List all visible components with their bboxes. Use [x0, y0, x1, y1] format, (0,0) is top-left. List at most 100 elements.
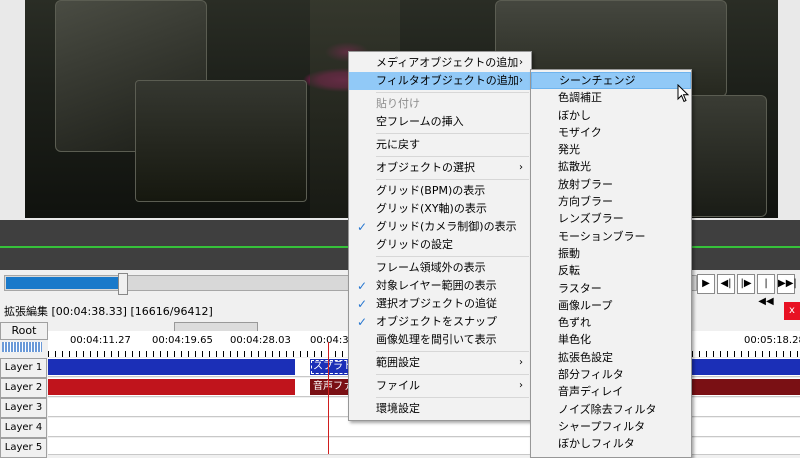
filter-menu-item[interactable]: 方向ブラー [531, 193, 691, 210]
menu-item-label: 元に戻す [376, 138, 420, 151]
menu-item-label: 環境設定 [376, 402, 420, 415]
menu-item[interactable]: オブジェクトの選択 › [349, 159, 531, 177]
layer-label-1[interactable]: Layer 1 [0, 358, 47, 378]
menu-item[interactable]: ファイル › [349, 377, 531, 395]
menu-item-label: 貼り付け [376, 97, 420, 110]
filter-menu-item[interactable]: モーションブラー [531, 228, 691, 245]
play-button[interactable]: ▶ [697, 274, 715, 294]
playhead-line[interactable] [328, 342, 329, 454]
filter-menu-item[interactable]: 放射ブラー [531, 176, 691, 193]
go-start-button[interactable]: |◀◀ [757, 274, 775, 307]
menu-item-label: グリッド(カメラ制御)の表示 [376, 220, 517, 233]
filter-menu-item[interactable]: 部分フィルタ [531, 366, 691, 383]
menu-item: 貼り付け [349, 95, 531, 113]
menu-item-label: グリッドの設定 [376, 238, 453, 251]
filter-menu-item[interactable]: 画像ループ [531, 297, 691, 314]
timeline-title: 拡張編集 [00:04:38.33] [16616/96412] [4, 305, 213, 318]
menu-item-label: フィルタオブジェクトの追加 [376, 74, 519, 87]
menu-separator [376, 179, 529, 180]
menu-item[interactable]: グリッドの設定 [349, 236, 531, 254]
checkmark-icon: ✓ [357, 315, 368, 329]
menu-item[interactable]: ✓ グリッド(カメラ制御)の表示 [349, 218, 531, 236]
menu-item[interactable]: ✓ オブジェクトをスナップ [349, 313, 531, 331]
filter-menu-item[interactable]: ぼかし [531, 107, 691, 124]
menu-item[interactable]: ✓ 選択オブジェクトの追従 [349, 295, 531, 313]
layer-label-4[interactable]: Layer 4 [0, 418, 47, 438]
context-menu: メディアオブジェクトの追加 › フィルタオブジェクトの追加 › 貼り付け 空フレームの挿入… [348, 51, 532, 421]
video-clip-tail[interactable] [692, 359, 800, 375]
menu-item[interactable]: フレーム領域外の表示 [349, 259, 531, 277]
menu-item-label: ファイル [376, 379, 420, 392]
menu-item[interactable]: 空フレームの挿入 [349, 113, 531, 131]
menu-item-label: フレーム領域外の表示 [376, 261, 486, 274]
layer-label-5[interactable]: Layer 5 [0, 438, 47, 458]
menu-separator [376, 92, 529, 93]
submenu-arrow-icon: › [519, 75, 523, 86]
filter-menu-item[interactable]: レンズブラー [531, 210, 691, 227]
close-button[interactable]: x [784, 302, 800, 320]
menu-item-label: グリッド(XY軸)の表示 [376, 202, 487, 215]
menu-item-label: オブジェクトの選択 [376, 161, 475, 174]
go-end-button[interactable]: ▶▶| [777, 274, 797, 294]
layer-label-3[interactable]: Layer 3 [0, 398, 47, 418]
submenu-arrow-icon: › [519, 57, 523, 68]
filter-menu-item[interactable]: シャープフィルタ [531, 418, 691, 435]
checkmark-icon: ✓ [357, 220, 368, 234]
ruler-label: 00:04:11.27 [70, 335, 131, 346]
menu-item-label: 選択オブジェクトの追従 [376, 297, 497, 310]
filter-menu-item[interactable]: 拡張色設定 [531, 349, 691, 366]
filter-menu-item[interactable]: 単色化 [531, 331, 691, 348]
root-button[interactable]: Root [0, 322, 48, 340]
menu-item[interactable]: 元に戻す [349, 136, 531, 154]
menu-item-label: 対象レイヤー範囲の表示 [376, 279, 497, 292]
submenu-arrow-icon: › [519, 380, 523, 391]
menu-separator [376, 397, 529, 398]
filter-menu-item[interactable]: 色ずれ [531, 314, 691, 331]
menu-item-label: オブジェクトをスナップ [376, 315, 497, 328]
menu-item-label: 空フレームの挿入 [376, 115, 464, 128]
filter-menu-item[interactable]: 発光 [531, 141, 691, 158]
menu-item[interactable]: グリッド(BPM)の表示 [349, 182, 531, 200]
filter-menu-item[interactable]: ラスター [531, 280, 691, 297]
menu-separator [376, 156, 529, 157]
menu-item-label: メディアオブジェクトの追加 [376, 56, 519, 69]
filter-menu-item[interactable]: 色調補正 [531, 89, 691, 106]
prev-frame-button[interactable]: ◀| [717, 274, 735, 294]
menu-item[interactable]: ✓ 対象レイヤー範囲の表示 [349, 277, 531, 295]
ruler-label: 00:04:19.65 [152, 335, 213, 346]
filter-menu-item[interactable]: 音声ディレイ [531, 383, 691, 400]
filter-menu-item[interactable]: ノイズ除去フィルタ [531, 401, 691, 418]
filter-menu-item[interactable]: 振動 [531, 245, 691, 262]
menu-item[interactable]: メディアオブジェクトの追加 › [349, 54, 531, 72]
audio-clip[interactable] [48, 379, 295, 395]
menu-separator [376, 351, 529, 352]
menu-item[interactable]: フィルタオブジェクトの追加 › [349, 72, 531, 90]
zoom-scale[interactable] [2, 342, 42, 352]
menu-item[interactable]: 画像処理を間引いて表示 [349, 331, 531, 349]
train-seat-left-front [135, 80, 307, 202]
audio-clip-selected[interactable]: 音声ファ [310, 379, 353, 395]
submenu-arrow-icon: › [519, 357, 523, 368]
video-clip-selected[interactable]: スプラトゥ [310, 359, 353, 375]
menu-item[interactable]: 環境設定 [349, 400, 531, 418]
next-frame-button[interactable]: |▶ [737, 274, 755, 294]
mouse-pointer-icon [677, 84, 690, 103]
checkmark-icon: ✓ [357, 297, 368, 311]
filter-menu-item[interactable]: モザイク [531, 124, 691, 141]
menu-item[interactable]: 範囲設定 › [349, 354, 531, 372]
filter-menu-item[interactable]: 反転 [531, 262, 691, 279]
video-clip[interactable] [48, 359, 295, 375]
filter-menu-item[interactable]: シーンチェンジ [531, 72, 691, 90]
menu-item-label: 画像処理を間引いて表示 [376, 333, 497, 346]
layer-label-2[interactable]: Layer 2 [0, 378, 47, 398]
seek-progress [6, 277, 124, 289]
menu-separator [376, 256, 529, 257]
audio-clip-tail[interactable] [692, 379, 800, 395]
ruler-label: 00:04:28.03 [230, 335, 291, 346]
menu-separator [376, 133, 529, 134]
menu-item[interactable]: グリッド(XY軸)の表示 [349, 200, 531, 218]
seek-thumb[interactable] [118, 273, 129, 295]
filter-submenu: シーンチェンジ 色調補正 ぼかし モザイク 発光 拡散光 放射ブラー 方向ブラー レンズブラーモ… [530, 69, 692, 458]
filter-menu-item[interactable]: ぼかしフィルタ [531, 435, 691, 452]
filter-menu-item[interactable]: 拡散光 [531, 158, 691, 175]
